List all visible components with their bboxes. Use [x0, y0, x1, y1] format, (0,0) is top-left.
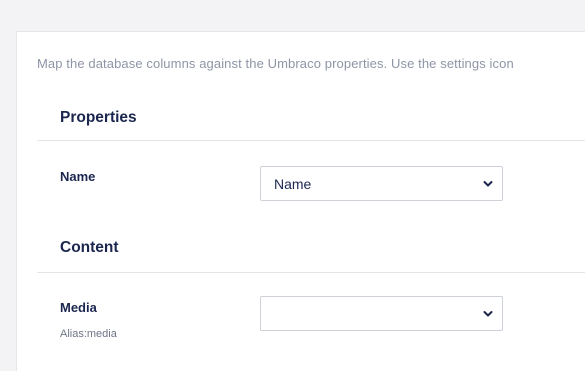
name-mapping-select[interactable]: Name [260, 166, 503, 201]
field-alias-media: Alias:media [60, 328, 117, 340]
divider [37, 140, 585, 141]
section-title-content: Content [60, 239, 119, 256]
media-mapping-select[interactable] [260, 296, 503, 331]
intro-text: Map the database columns against the Umb… [37, 56, 514, 71]
chevron-down-icon [483, 181, 493, 187]
section-title-properties: Properties [60, 109, 137, 126]
select-value: Name [274, 176, 312, 192]
divider [37, 272, 585, 273]
field-label-media: Media [60, 300, 97, 315]
mapping-panel: Map the database columns against the Umb… [16, 31, 585, 371]
chevron-down-icon [483, 311, 493, 317]
field-label-name: Name [60, 169, 96, 184]
